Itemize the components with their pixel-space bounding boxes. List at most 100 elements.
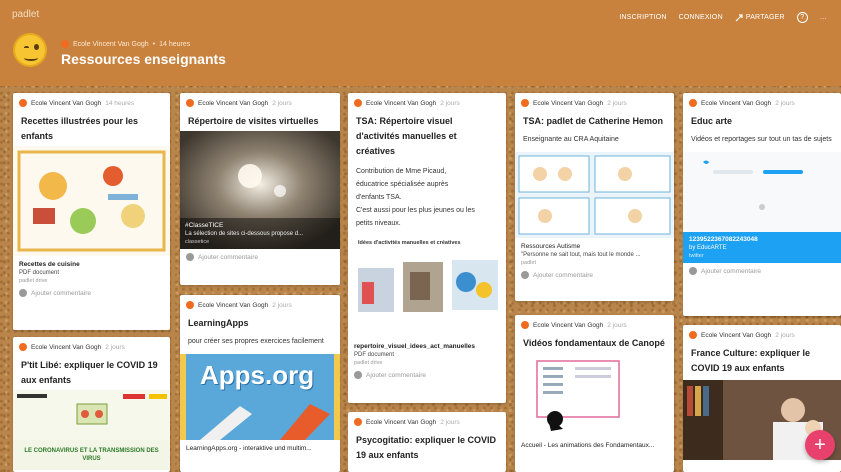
header-bar: padlet INSCRIPTION CONNEXION PARTAGER ? … <box>0 0 841 86</box>
thumbnail-caption: Idées d'activités manuelles et créatives <box>358 240 461 246</box>
add-comment-button[interactable]: Ajouter commentaire <box>515 267 674 283</box>
share-icon <box>735 13 743 21</box>
attachment-title[interactable]: LearningApps.org - interaktive und multi… <box>180 440 340 453</box>
link-title: #ClasseTICE <box>185 222 224 229</box>
comment-icon <box>19 289 27 297</box>
more-icon[interactable]: … <box>820 14 827 21</box>
post-author: Ecole Vincent Van Gogh <box>198 301 269 309</box>
post-card[interactable]: Ecole Vincent Van Gogh 14 heures Recettes… <box>13 93 170 330</box>
post-author: Ecole Vincent Van Gogh <box>366 99 437 107</box>
padlet-avatar-icon <box>13 33 47 67</box>
author-avatar <box>186 99 194 107</box>
tweet-author: by EducARTE <box>689 245 727 251</box>
post-author: Ecole Vincent Van Gogh <box>701 99 772 107</box>
covid-image-text: LE CORONAVIRUS ET LA TRANSMISSION DES VI… <box>24 448 159 462</box>
link-description: La sélection de sites ci-dessous propose… <box>185 231 304 237</box>
recipe-thumbnail[interactable] <box>13 146 170 256</box>
tweet-thumbnail[interactable] <box>683 152 841 232</box>
post-title: Recettes illustrées pour les enfants <box>21 116 139 141</box>
post-card[interactable]: Ecole Vincent Van Gogh 2 jours LearningAp… <box>180 295 340 472</box>
author-avatar <box>689 99 697 107</box>
autism-thumbnail[interactable] <box>515 152 674 238</box>
post-title: P'tit Libé: expliquer le COVID 19 aux en… <box>21 360 158 385</box>
attachment-source: padlet <box>521 260 536 266</box>
top-actions: INSCRIPTION CONNEXION PARTAGER ? … <box>619 12 827 23</box>
comment-icon <box>689 267 697 275</box>
post-card[interactable]: Ecole Vincent Van Gogh 2 jours P'tit Libé… <box>13 337 170 472</box>
attachment-title[interactable]: Recettes de cuisine <box>13 256 170 269</box>
learningapps-thumbnail[interactable]: Apps.org <box>180 354 340 440</box>
attachment-title[interactable]: Accueil - Les animations des Fondamentau… <box>515 437 674 450</box>
post-card[interactable]: Ecole Vincent Van Gogh 2 jours TSA: Réper… <box>348 93 506 403</box>
comment-icon <box>354 371 362 379</box>
header-time: 14 heures <box>159 40 191 48</box>
post-author: Ecole Vincent Van Gogh <box>31 99 102 107</box>
post-time: 14 heures <box>105 99 135 107</box>
attachment-source: padlet drive <box>19 278 48 284</box>
share-label: PARTAGER <box>745 14 785 21</box>
attachment-type: PDF document <box>19 270 60 276</box>
tweet-source: twitter <box>689 253 704 259</box>
post-title: Répertoire de visites virtuelles <box>188 116 319 126</box>
post-text: Contribution de Mme Picaud, éducatrice s… <box>356 168 475 227</box>
post-time: 2 jours <box>272 99 292 107</box>
author-avatar <box>689 331 697 339</box>
post-time: 2 jours <box>607 99 627 107</box>
add-comment-button[interactable]: Ajouter commentaire <box>180 249 340 265</box>
canope-thumbnail[interactable] <box>515 357 674 437</box>
author-avatar <box>61 40 69 48</box>
covid-thumbnail[interactable]: LE CORONAVIRUS ET LA TRANSMISSION DES VI… <box>13 390 170 470</box>
comment-icon <box>186 253 194 261</box>
post-title: LearningApps <box>188 318 249 328</box>
help-icon[interactable]: ? <box>796 12 808 23</box>
post-author: Ecole Vincent Van Gogh <box>533 99 604 107</box>
virtual-visits-thumbnail[interactable]: #ClasseTICE La sélection de sites ci-des… <box>180 131 340 249</box>
author-avatar <box>19 343 27 351</box>
post-text: Enseignante au CRA Aquitaine <box>523 136 619 143</box>
post-card[interactable]: Ecole Vincent Van Gogh 2 jours Répertoire… <box>180 93 340 285</box>
post-title: France Culture: expliquer le COVID 19 au… <box>691 348 811 373</box>
post-author: Ecole Vincent Van Gogh <box>366 418 437 426</box>
post-text: pour créer ses propres exercices facilem… <box>188 338 324 345</box>
post-author: Ecole Vincent Van Gogh <box>701 331 772 339</box>
padlet-logo[interactable]: padlet <box>12 9 39 20</box>
post-text: Vidéos et reportages sur tout un tas de … <box>691 136 832 143</box>
tweet-banner[interactable]: 1239522367082243048 by EducARTE twitter <box>683 232 841 263</box>
author-avatar <box>521 321 529 329</box>
attachment-title[interactable]: repertoire_visuel_idees_act_manuelles <box>348 338 506 351</box>
post-time: 2 jours <box>440 418 460 426</box>
link-source: classetice <box>185 239 210 245</box>
author-avatar <box>354 418 362 426</box>
post-author: Ecole Vincent Van Gogh <box>31 343 102 351</box>
login-button[interactable]: CONNEXION <box>679 14 723 21</box>
post-card[interactable]: Ecole Vincent Van Gogh 2 jours TSA: padle… <box>515 93 674 301</box>
post-time: 2 jours <box>607 321 627 329</box>
header-meta: Ecole Vincent Van Gogh • 14 heures <box>61 40 190 48</box>
share-button[interactable]: PARTAGER <box>735 13 785 22</box>
post-card[interactable]: Ecole Vincent Van Gogh 2 jours Psycogitat… <box>348 412 506 472</box>
post-time: 2 jours <box>440 99 460 107</box>
author-avatar <box>354 99 362 107</box>
attachment-title[interactable]: Ressources Autisme <box>515 238 674 251</box>
add-comment-button[interactable]: Ajouter commentaire <box>683 263 841 279</box>
activities-thumbnail[interactable]: Idées d'activités manuelles et créatives <box>348 238 506 338</box>
attachment-description: "Personne ne sait tout, mais tout le mon… <box>521 252 641 258</box>
post-author: Ecole Vincent Van Gogh <box>533 321 604 329</box>
author-avatar <box>19 99 27 107</box>
page-title: Ressources enseignants <box>61 51 226 67</box>
attachment-type: PDF document <box>354 352 395 358</box>
signup-button[interactable]: INSCRIPTION <box>619 14 666 21</box>
author-avatar <box>521 99 529 107</box>
add-post-button[interactable]: + <box>805 430 835 460</box>
post-time: 2 jours <box>775 99 795 107</box>
attachment-source: padlet drive <box>354 360 383 366</box>
post-title: TSA: padlet de Catherine Hemon <box>523 116 664 126</box>
add-comment-button[interactable]: Ajouter commentaire <box>348 367 506 383</box>
post-card[interactable]: Ecole Vincent Van Gogh 2 jours Vidéos fon… <box>515 315 674 472</box>
post-time: 2 jours <box>105 343 125 351</box>
post-title: Psycogitatio: expliquer le COVID 19 aux … <box>356 435 497 460</box>
post-author: Ecole Vincent Van Gogh <box>198 99 269 107</box>
add-comment-button[interactable]: Ajouter commentaire <box>13 285 170 301</box>
tweet-id: 1239522367082243048 <box>689 236 758 243</box>
post-card[interactable]: Ecole Vincent Van Gogh 2 jours Educ arte … <box>683 93 841 316</box>
